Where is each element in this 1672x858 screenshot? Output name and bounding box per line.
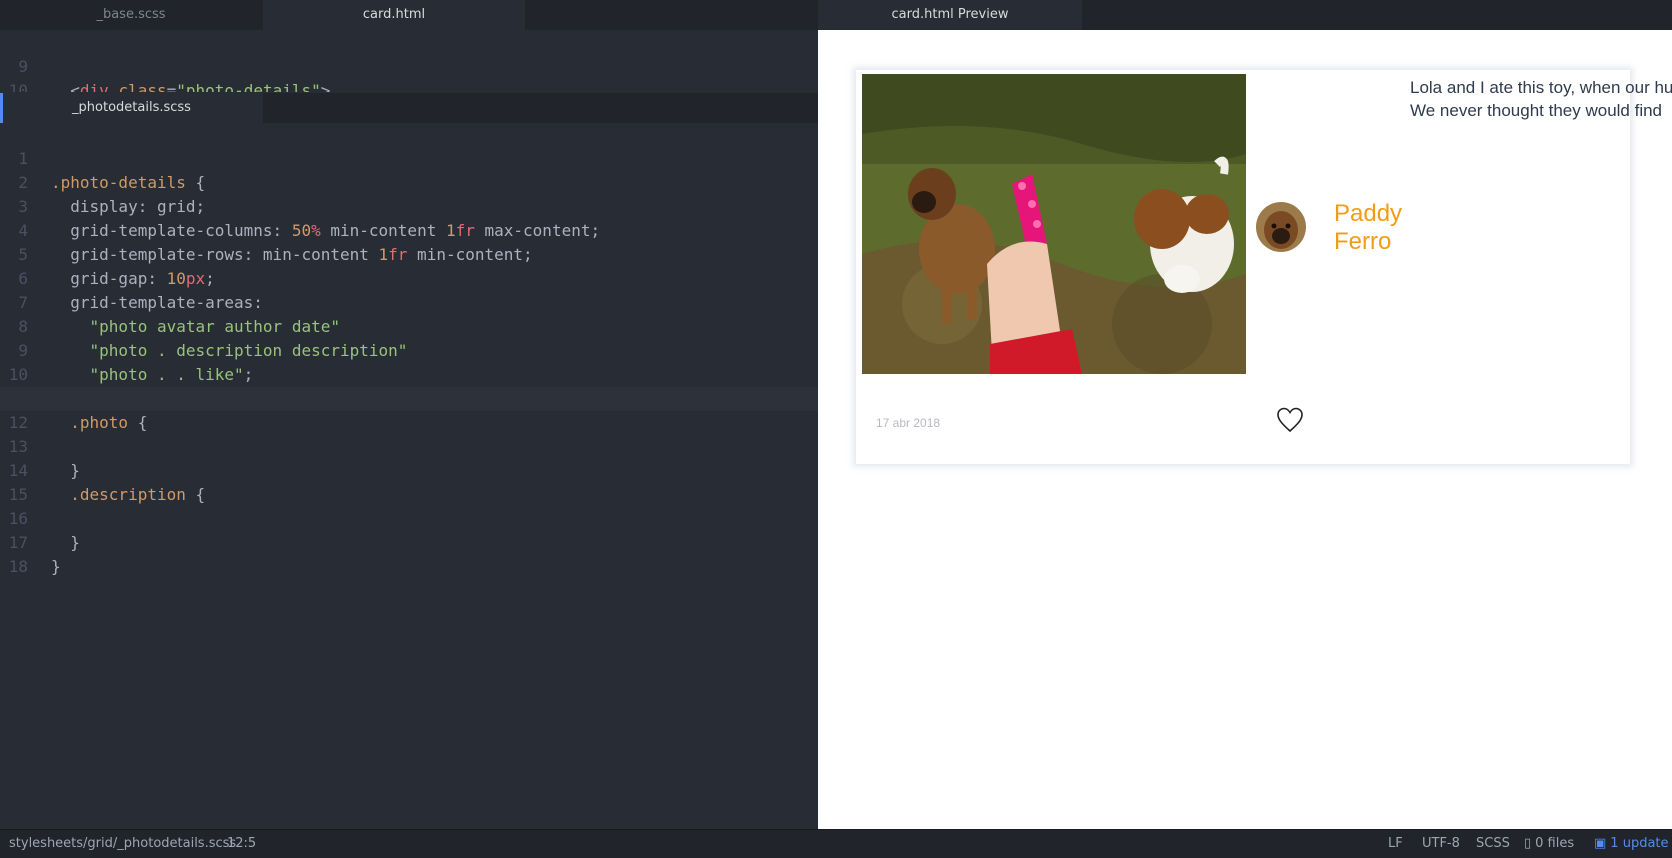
package-icon: ▣: [1594, 836, 1607, 851]
tab-card-preview[interactable]: card.html Preview: [818, 0, 1082, 30]
post-date: 17 abr 2018: [876, 416, 941, 430]
card-photo: [862, 74, 1246, 374]
preview-pane: card.html Preview Paddy Ferro Lola and I…: [818, 0, 1672, 829]
dogs-photo-image: [862, 74, 1246, 374]
avatar: [1256, 202, 1306, 252]
code-line: 6 grid-template-areas:: [0, 243, 818, 312]
status-git-files-label: 0 files: [1535, 836, 1575, 851]
code-line: 11 .photo {: [0, 363, 818, 432]
code-line: 9 "photo . . like";: [0, 315, 818, 384]
code-line: 8 "photo . description description": [0, 291, 818, 360]
code-line: 9 <div class="photo-details">: [0, 31, 818, 92]
description-line: We never thought they would find: [1410, 101, 1663, 120]
code-line-cursor: 12: [0, 387, 818, 432]
preview-tab-bar: card.html Preview: [818, 0, 1672, 30]
scss-code-area[interactable]: 1 .photo-details { 2 display: grid; 3 gr…: [0, 123, 818, 829]
code-line: 16 }: [0, 483, 818, 552]
status-encoding[interactable]: UTF-8: [1422, 830, 1460, 858]
code-line: 3 grid-template-columns: 50% min-content…: [0, 171, 818, 240]
author-name[interactable]: Paddy Ferro: [1334, 200, 1454, 256]
tab-label: card.html: [362, 7, 426, 22]
code-line: 7 "photo avatar author date": [0, 267, 818, 336]
code-line: 2 display: grid;: [0, 147, 818, 216]
editor-pane: _base.scss card.html 9 <div class="photo…: [0, 0, 818, 829]
status-grammar[interactable]: SCSS: [1476, 830, 1510, 858]
bottom-tab-bar: _photodetails.scss: [0, 93, 818, 123]
code-line: 5 grid-gap: 10px;: [0, 219, 818, 288]
code-line: 18: [0, 531, 818, 576]
tab-label: _photodetails.scss: [72, 100, 191, 115]
code-line: 11 <div class="avatar"></div>: [0, 79, 818, 92]
code-line: 10: [0, 339, 818, 384]
code-line: 17 }: [0, 507, 818, 576]
code-line: 4 grid-template-rows: min-content 1fr mi…: [0, 195, 818, 264]
status-file-path[interactable]: stylesheets/grid/_photodetails.scss: [9, 830, 236, 858]
heart-outline-icon: [1277, 407, 1303, 433]
code-line: 1 .photo-details {: [0, 123, 818, 192]
active-pane-indicator: [0, 93, 3, 123]
tab-photodetails-scss[interactable]: _photodetails.scss: [0, 93, 263, 123]
html-code-area[interactable]: 9 <div class="photo-details"> 10 <div cl…: [0, 30, 818, 92]
file-icon: ▯: [1524, 836, 1532, 851]
line-number: 18: [8, 557, 28, 576]
status-cursor-position[interactable]: 12:5: [227, 830, 256, 858]
status-updates[interactable]: ▣ 1 update: [1594, 830, 1669, 858]
description-line: Lola and I ate this toy, when our hu: [1410, 78, 1672, 97]
author-last-name: Ferro: [1334, 228, 1392, 255]
code-line: 14 .description {: [0, 435, 818, 504]
top-tab-bar: _base.scss card.html: [0, 0, 818, 30]
status-bar: stylesheets/grid/_photodetails.scss 12:5…: [0, 829, 1672, 858]
status-git-files[interactable]: ▯ 0 files: [1524, 830, 1574, 858]
code-line: 15: [0, 459, 818, 504]
like-button[interactable]: [1276, 406, 1304, 434]
code-line: 10 <div class="photo"><img src="images/1…: [0, 55, 818, 92]
dog-avatar-image: [1256, 202, 1306, 252]
author-first-name: Paddy: [1334, 200, 1403, 227]
tab-base-scss[interactable]: _base.scss: [0, 0, 262, 30]
status-line-ending[interactable]: LF: [1388, 830, 1403, 858]
status-updates-label: 1 update: [1610, 836, 1669, 851]
code-line: 13 }: [0, 411, 818, 480]
tab-label: card.html Preview: [891, 7, 1009, 22]
tab-label: _base.scss: [96, 7, 166, 22]
tab-card-html[interactable]: card.html: [263, 0, 525, 30]
card-description: Lola and I ate this toy, when our hu We …: [1410, 76, 1672, 122]
